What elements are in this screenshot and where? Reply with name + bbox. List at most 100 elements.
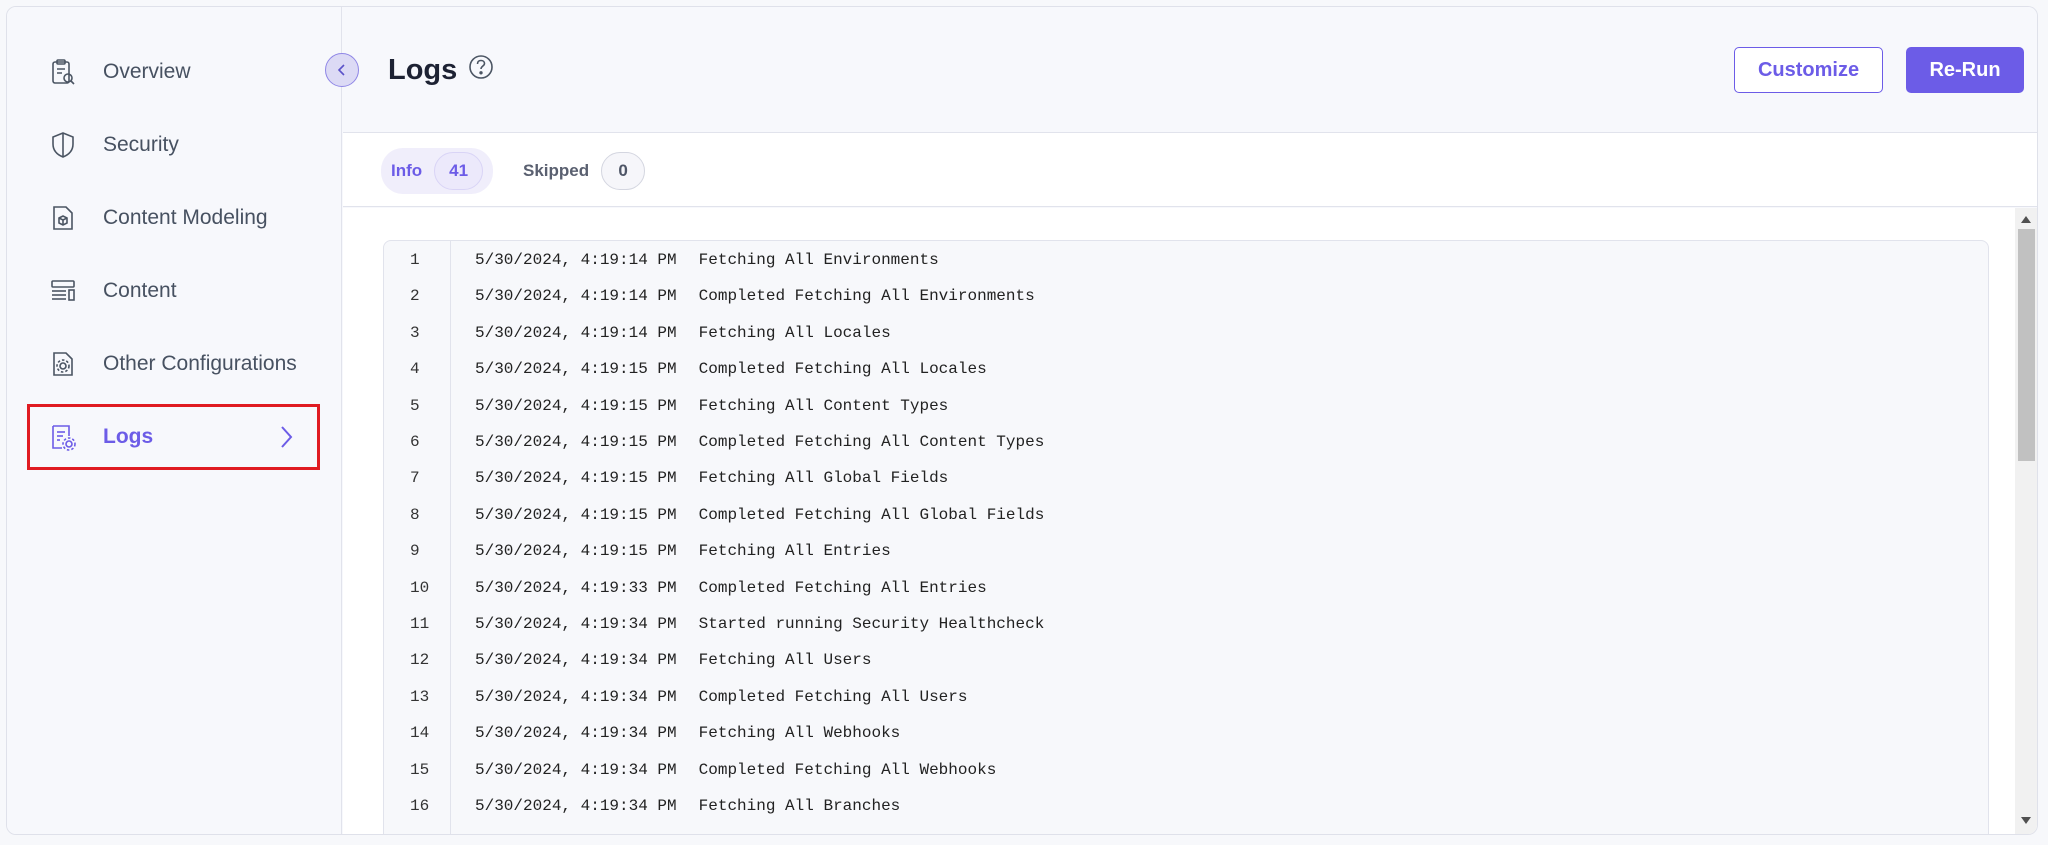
log-line-number: 4	[410, 360, 420, 379]
sidebar-item-content[interactable]: Content	[27, 258, 320, 324]
log-timestamp: 5/30/2024, 4:19:15 PM	[475, 505, 677, 524]
log-row: 1 5/30/2024, 4:19:14 PM Fetching All Envir…	[384, 242, 1988, 278]
log-timestamp: 5/30/2024, 4:19:14 PM	[475, 323, 677, 342]
log-line-number: 7	[410, 469, 420, 488]
log-line-number: 14	[410, 724, 430, 743]
scroll-thumb[interactable]	[2018, 229, 2035, 461]
log-line-number: 11	[410, 615, 430, 633]
chevron-left-icon	[337, 64, 345, 76]
log-timestamp: 5/30/2024, 4:19:15 PM	[475, 360, 677, 379]
sidebar-item-label: Overview	[103, 60, 191, 83]
log-message: Fetching All Global Fields	[698, 469, 949, 488]
help-icon[interactable]	[468, 54, 494, 80]
content-layout-icon	[47, 275, 79, 307]
log-timestamp: 5/30/2024, 4:19:34 PM	[475, 724, 677, 743]
log-message: Completed Fetching All Webhooks	[698, 760, 997, 779]
log-line-number: 12	[410, 651, 430, 670]
logs-gear-icon	[47, 421, 79, 453]
shield-icon	[47, 129, 79, 161]
tab-info[interactable]: Info 41	[381, 148, 494, 194]
sidebar-item-other-configurations[interactable]: Other Configurations	[27, 331, 320, 397]
log-timestamp: 5/30/2024, 4:19:14 PM	[475, 251, 677, 269]
scroll-down-arrow-icon[interactable]	[2021, 817, 2031, 824]
log-message: Completed Fetching All Global Fields	[698, 505, 1045, 524]
sidebar-item-logs[interactable]: Logs	[27, 404, 320, 470]
log-message: Completed Fetching All Entries	[698, 578, 987, 597]
log-panel: 1 5/30/2024, 4:19:14 PM Fetching All Envir…	[343, 208, 2037, 834]
log-line-number: 13	[410, 687, 430, 706]
log-row: 11 5/30/2024, 4:19:34 PM Started running S…	[384, 606, 1988, 642]
customize-button[interactable]: Customize	[1734, 47, 1883, 93]
count-badge: 0	[601, 152, 646, 190]
log-timestamp: 5/30/2024, 4:19:34 PM	[475, 615, 677, 633]
log-message: Completed Fetching All Locales	[698, 360, 987, 379]
log-timestamp: 5/30/2024, 4:19:15 PM	[475, 396, 677, 415]
scrollbar[interactable]	[2015, 208, 2037, 834]
log-row: 9 5/30/2024, 4:19:15 PM Fetching All Entri…	[384, 533, 1988, 569]
chevron-right-icon	[281, 426, 293, 448]
log-line-number: 5	[410, 396, 420, 415]
log-line-number: 16	[410, 797, 430, 815]
log-message: Fetching All Content Types	[698, 396, 949, 415]
log-row: 4 5/30/2024, 4:19:15 PM Completed Fetching…	[384, 351, 1988, 387]
log-message: Fetching All Users	[698, 651, 872, 670]
log-message: Fetching All Branches	[698, 797, 901, 815]
tab-label: Skipped	[523, 161, 590, 180]
log-line-number: 9	[410, 542, 420, 561]
sidebar-item-security[interactable]: Security	[27, 112, 320, 178]
log-row: 7 5/30/2024, 4:19:15 PM Fetching All Globa…	[384, 460, 1988, 496]
log-message: Completed Fetching All Users	[698, 687, 968, 706]
sidebar-item-label: Content	[103, 279, 177, 302]
log-timestamp: 5/30/2024, 4:19:34 PM	[475, 760, 677, 779]
log-message: Started running Security Healthcheck	[698, 615, 1045, 633]
tab-label: Info	[391, 161, 423, 180]
log-line-number: 8	[410, 505, 420, 524]
log-timestamp: 5/30/2024, 4:19:15 PM	[475, 433, 677, 451]
log-message: Fetching All Environments	[698, 251, 939, 269]
log-row: 8 5/30/2024, 4:19:15 PM Completed Fetching…	[384, 497, 1988, 533]
log-line-number: 15	[410, 760, 430, 779]
log-message: Fetching All Webhooks	[698, 724, 901, 743]
log-timestamp: 5/30/2024, 4:19:34 PM	[475, 651, 677, 670]
scroll-up-arrow-icon[interactable]	[2021, 216, 2031, 223]
log-row: 16 5/30/2024, 4:19:34 PM Fetching All Bran…	[384, 788, 1988, 824]
rerun-button[interactable]: Re-Run	[1906, 47, 2024, 93]
sidebar-item-label: Logs	[103, 425, 154, 448]
sidebar-item-overview[interactable]: Overview	[27, 39, 320, 105]
log-timestamp: 5/30/2024, 4:19:15 PM	[475, 469, 677, 488]
sidebar-item-content-modeling[interactable]: Content Modeling	[27, 185, 320, 251]
sidebar: Overview Security Content Modeling Conte…	[7, 7, 342, 834]
log-message: Fetching All Entries	[698, 542, 891, 561]
log-tabs: Info 41 Skipped 0	[343, 133, 2037, 207]
sidebar-item-label: Security	[103, 133, 179, 156]
log-timestamp: 5/30/2024, 4:19:14 PM	[475, 287, 677, 306]
sidebar-item-label: Content Modeling	[103, 206, 268, 229]
sidebar-item-label: Other Configurations	[103, 352, 297, 375]
log-message: Fetching All Locales	[698, 323, 891, 342]
log-row: 15 5/30/2024, 4:19:34 PM Completed Fetchin…	[384, 752, 1988, 788]
log-line-number: 3	[410, 323, 420, 342]
page-header: Logs Customize Re-Run	[343, 7, 2037, 133]
log-row: 5 5/30/2024, 4:19:15 PM Fetching All Conte…	[384, 388, 1988, 424]
log-row: 6 5/30/2024, 4:19:15 PM Completed Fetching…	[384, 424, 1988, 460]
log-row: 14 5/30/2024, 4:19:34 PM Fetching All Webh…	[384, 715, 1988, 751]
log-timestamp: 5/30/2024, 4:19:33 PM	[475, 578, 677, 597]
document-gear-icon	[47, 348, 79, 380]
log-message: Completed Fetching All Content Types	[698, 433, 1045, 451]
log-timestamp: 5/30/2024, 4:19:34 PM	[475, 687, 677, 706]
log-line-number: 1	[410, 251, 420, 269]
log-row: 13 5/30/2024, 4:19:34 PM Completed Fetchin…	[384, 679, 1988, 715]
log-row: 12 5/30/2024, 4:19:34 PM Fetching All User…	[384, 642, 1988, 678]
log-line-number: 2	[410, 287, 420, 306]
tab-skipped[interactable]: Skipped 0	[513, 148, 655, 194]
log-timestamp: 5/30/2024, 4:19:15 PM	[475, 542, 677, 561]
log-row: 3 5/30/2024, 4:19:14 PM Fetching All Local…	[384, 315, 1988, 351]
log-row: 2 5/30/2024, 4:19:14 PM Completed Fetching…	[384, 278, 1988, 314]
log-message: Completed Fetching All Environments	[698, 287, 1035, 306]
log-line-number: 6	[410, 433, 420, 451]
clipboard-search-icon	[47, 56, 79, 88]
log-list: 1 5/30/2024, 4:19:14 PM Fetching All Envir…	[383, 240, 1989, 834]
collapse-sidebar-button[interactable]	[325, 53, 359, 87]
log-timestamp: 5/30/2024, 4:19:34 PM	[475, 797, 677, 815]
count-badge: 41	[434, 152, 484, 190]
